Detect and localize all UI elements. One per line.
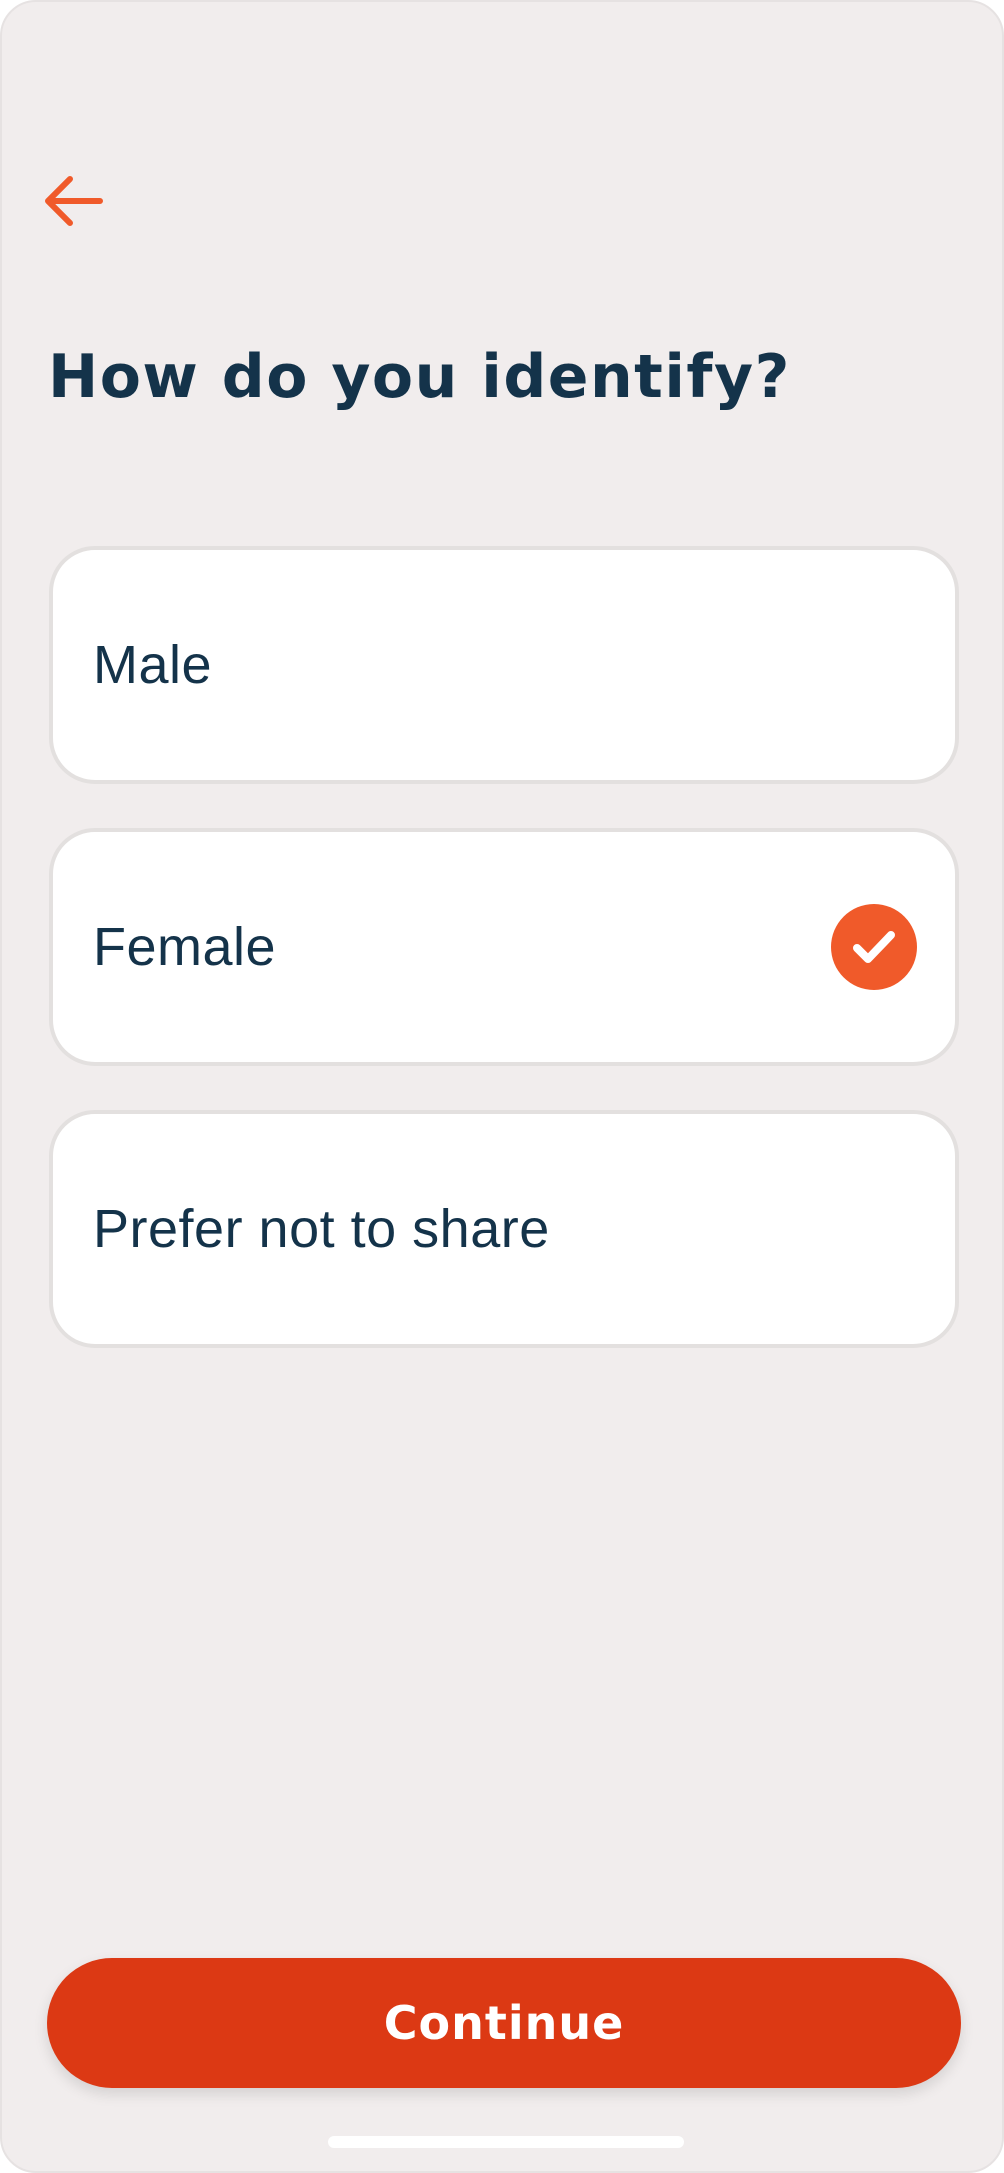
option-male[interactable]: Male — [49, 546, 959, 784]
option-female[interactable]: Female — [49, 828, 959, 1066]
home-indicator — [328, 2136, 684, 2148]
arrow-left-icon — [45, 176, 103, 226]
option-label: Prefer not to share — [93, 1199, 550, 1259]
option-label: Female — [93, 917, 277, 977]
back-button[interactable] — [38, 168, 108, 234]
continue-button[interactable]: Continue — [47, 1958, 961, 2088]
gender-options-list: Male Female Prefer not to share — [49, 546, 959, 1392]
option-prefer-not-to-share[interactable]: Prefer not to share — [49, 1110, 959, 1348]
option-label: Male — [93, 635, 213, 695]
checkmark-circle-icon — [831, 904, 917, 990]
page-title: How do you identify? — [48, 342, 791, 412]
screen: How do you identify? Male Female Prefer … — [0, 0, 1004, 2173]
